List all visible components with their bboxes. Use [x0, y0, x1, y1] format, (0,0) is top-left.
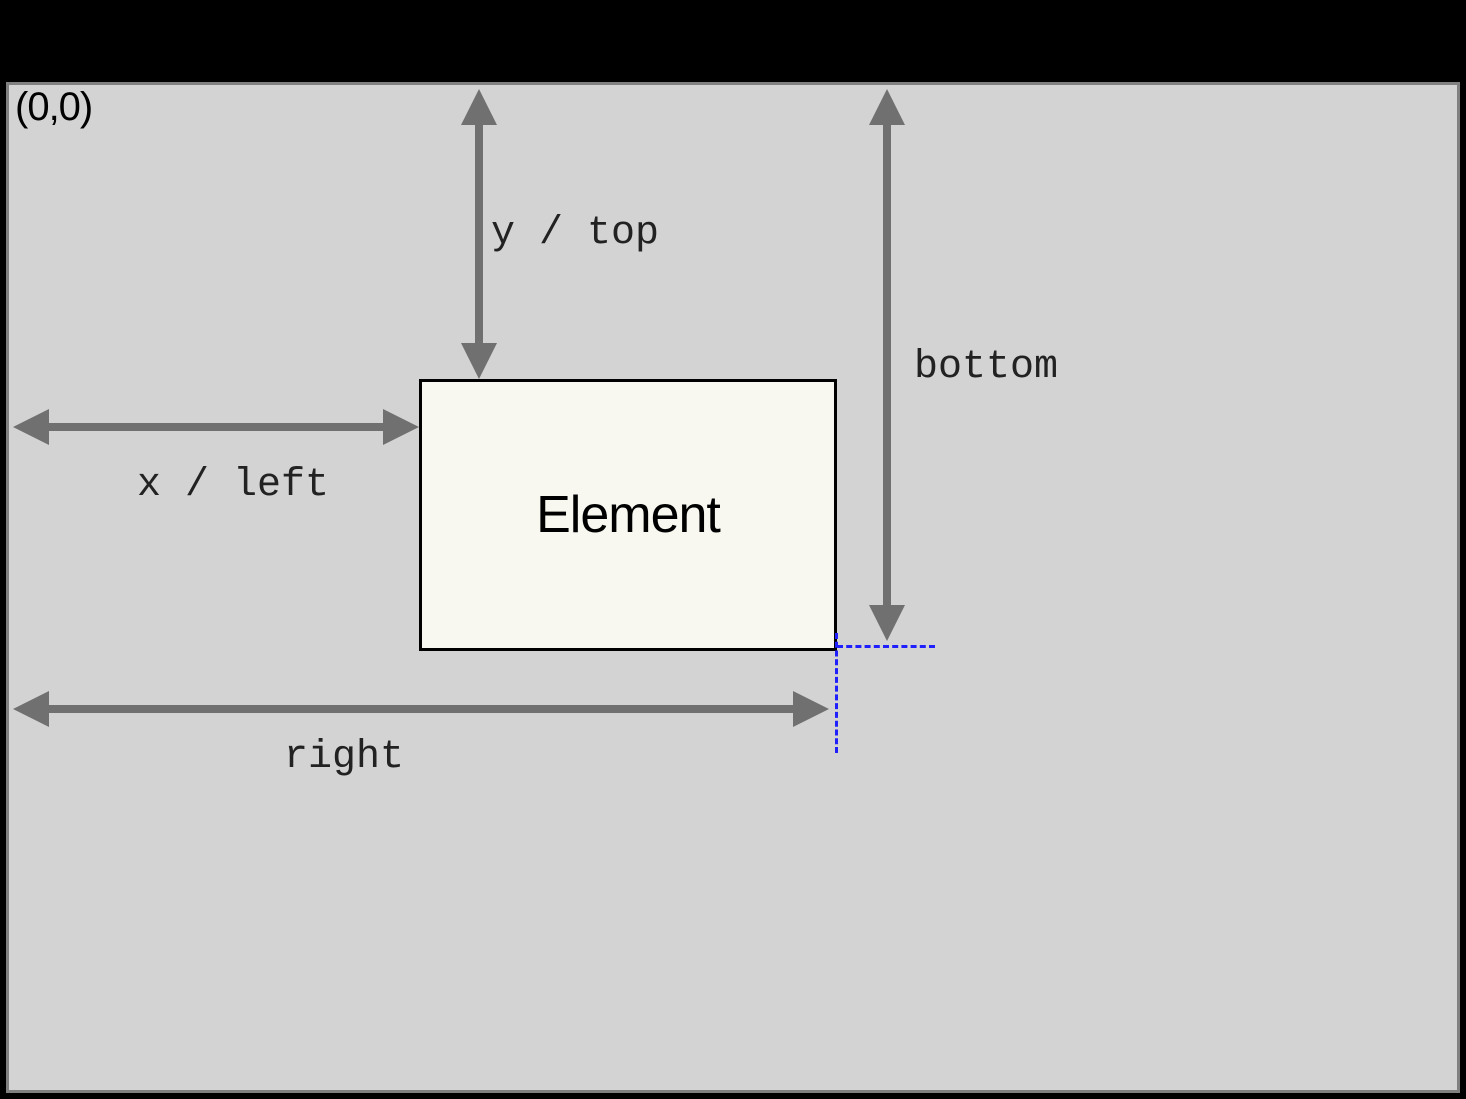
- label-right: right: [284, 735, 404, 780]
- label-left: x / left: [137, 463, 329, 508]
- element-box: Element: [419, 379, 837, 651]
- arrow-right: [13, 683, 829, 743]
- element-label: Element: [536, 485, 720, 545]
- arrow-left: [13, 401, 419, 461]
- label-bottom: bottom: [914, 345, 1058, 390]
- arrow-bottom: [861, 89, 921, 641]
- dashed-guide-horizontal: [837, 645, 935, 648]
- origin-label: (0,0): [15, 85, 92, 130]
- dashed-guide-vertical: [835, 633, 838, 753]
- diagram-stage: (0,0) y / top x / left bottom right Elem…: [6, 82, 1460, 1093]
- label-top: y / top: [491, 211, 659, 256]
